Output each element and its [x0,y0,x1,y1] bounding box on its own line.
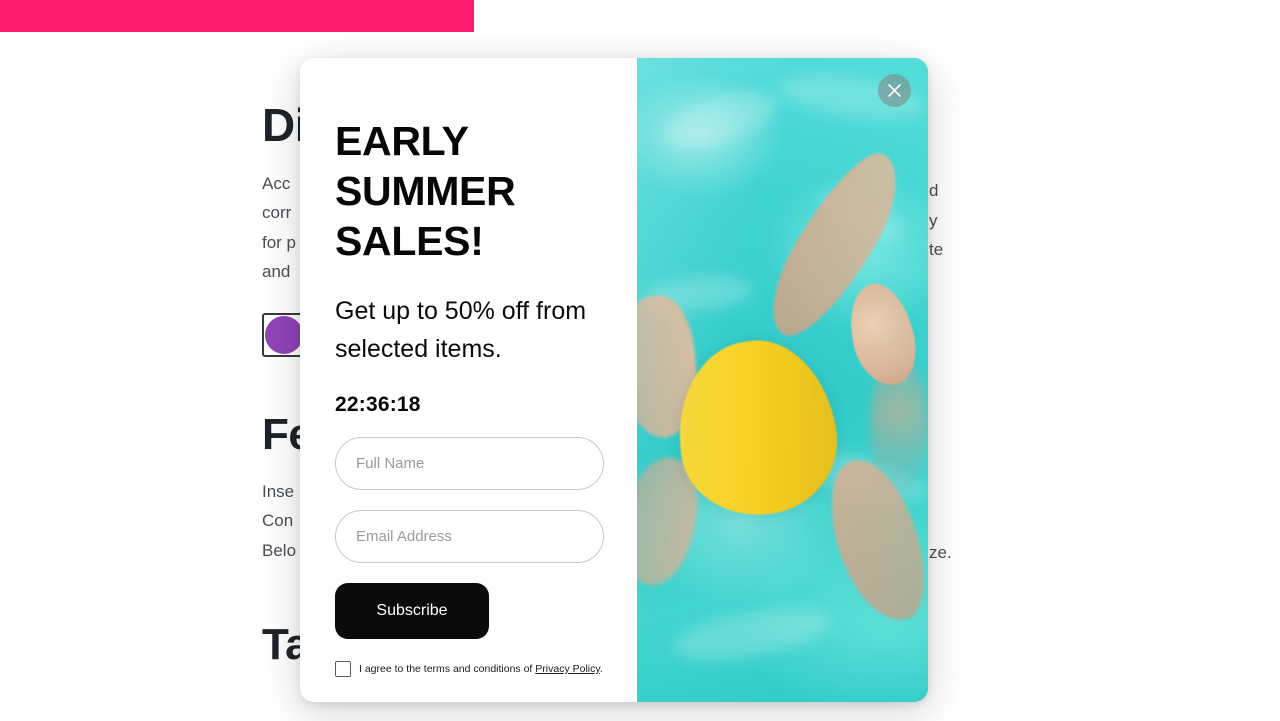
pool-photo [637,58,928,702]
page-root: Di Acc corr for p and Fe Inse Con Belo T… [0,0,1280,721]
countdown-timer: 22:36:18 [335,393,421,416]
close-icon [888,84,901,97]
promo-subtitle: Get up to 50% off from selected items. [335,297,587,363]
modal-image-panel [637,58,928,702]
newsletter-modal: EARLY SUMMER SALES! Get up to 50% off fr… [300,58,928,702]
modal-overlay: EARLY SUMMER SALES! Get up to 50% off fr… [0,0,1280,721]
privacy-policy-link[interactable]: Privacy Policy [535,663,600,675]
close-button[interactable] [878,74,911,107]
promo-title: EARLY SUMMER SALES! [335,118,516,264]
email-input[interactable] [335,510,604,563]
terms-text: I agree to the terms and conditions of P… [359,662,603,676]
terms-suffix: . [599,663,603,675]
modal-content-panel: EARLY SUMMER SALES! Get up to 50% off fr… [300,58,637,702]
terms-row: I agree to the terms and conditions of P… [335,661,603,677]
full-name-input[interactable] [335,437,604,490]
terms-label: I agree to the terms and conditions of [359,663,536,675]
subscribe-button[interactable]: Subscribe [335,583,489,639]
swimmer-figure [637,58,928,702]
terms-checkbox[interactable] [335,661,351,677]
